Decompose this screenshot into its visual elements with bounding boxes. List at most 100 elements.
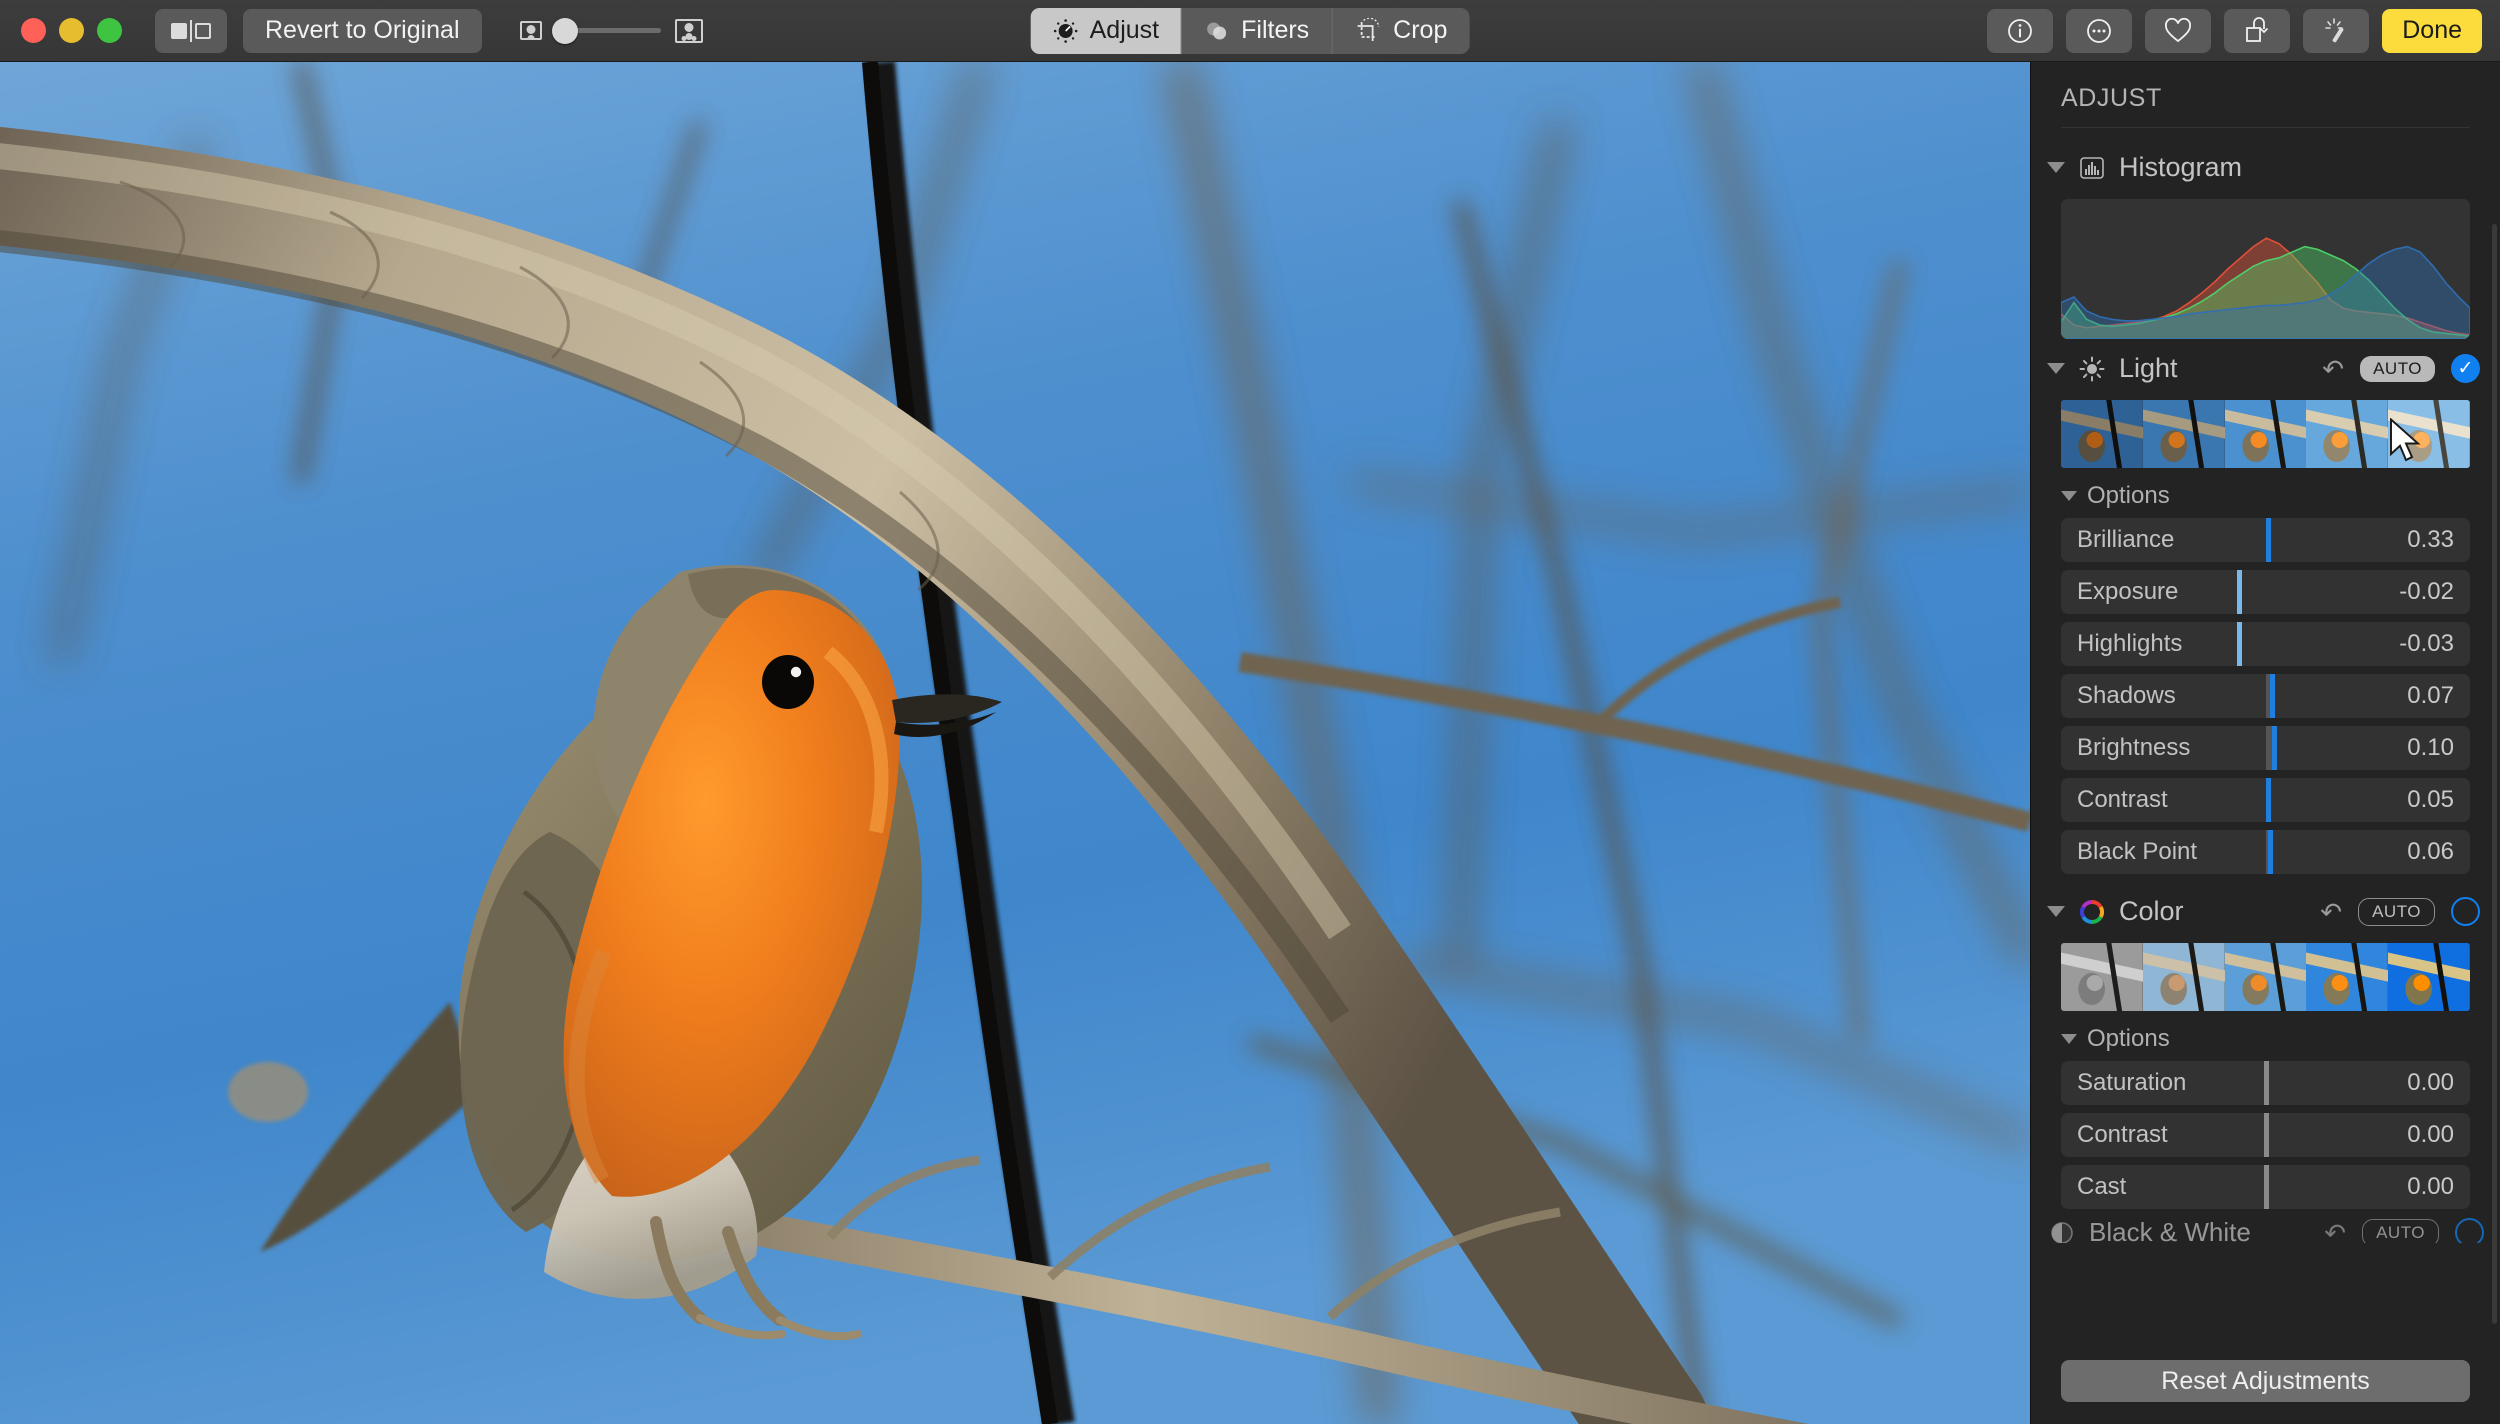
sidebar-title: ADJUST (2061, 84, 2162, 112)
section-header-histogram[interactable]: Histogram (2031, 138, 2500, 193)
light-thumbnail[interactable] (2224, 400, 2307, 468)
close-window-button[interactable] (21, 18, 46, 43)
slider-row-brightness[interactable]: Brightness 0.10 (2061, 726, 2470, 770)
options-label-color: Options (2087, 1025, 2170, 1052)
black-white-icon (2047, 1218, 2077, 1243)
section-controls-color: ↶ AUTO (2320, 897, 2480, 926)
histogram-chart (2061, 199, 2470, 339)
favorite-heart-icon (2163, 17, 2193, 45)
auto-button-color[interactable]: AUTO (2358, 897, 2435, 926)
zoom-slider-control[interactable] (519, 17, 703, 44)
color-thumbnail[interactable] (2061, 943, 2143, 1011)
tab-filters-label: Filters (1241, 16, 1310, 44)
options-header-light[interactable]: Options (2031, 468, 2500, 518)
auto-button-black-and-white[interactable]: AUTO (2362, 1218, 2439, 1243)
color-wheel-icon (2077, 897, 2107, 927)
light-variant-thumbnails[interactable] (2061, 400, 2470, 468)
disclosure-triangle-icon[interactable] (2047, 162, 2065, 173)
disclosure-triangle-icon[interactable] (2047, 363, 2065, 374)
slider-label: Highlights (2077, 630, 2183, 657)
slider-row-exposure[interactable]: Exposure -0.02 (2061, 570, 2470, 614)
section-title-black-and-white: Black & White (2089, 1217, 2251, 1243)
undo-icon[interactable]: ↶ (2322, 356, 2344, 382)
slider-row-highlights[interactable]: Highlights -0.03 (2061, 622, 2470, 666)
color-slider-list: Saturation 0.00 Contrast 0.00 Cast 0.00 (2031, 1061, 2500, 1209)
sun-icon (2077, 354, 2107, 384)
slider-indicator[interactable] (2263, 1061, 2269, 1105)
slider-indicator[interactable] (2267, 830, 2273, 874)
slider-row-brilliance[interactable]: Brilliance 0.33 (2061, 518, 2470, 562)
color-thumbnail[interactable] (2142, 943, 2225, 1011)
sidebar-toggle-button[interactable] (155, 8, 227, 53)
slider-label: Contrast (2077, 786, 2168, 813)
slider-row-shadows[interactable]: Shadows 0.07 (2061, 674, 2470, 718)
undo-icon[interactable]: ↶ (2320, 899, 2342, 925)
rotate-icon (2242, 16, 2272, 45)
color-variant-thumbnails[interactable] (2061, 943, 2470, 1011)
reset-adjustments-button[interactable]: Reset Adjustments (2061, 1360, 2470, 1402)
section-header-color[interactable]: Color ↶ AUTO (2031, 882, 2500, 937)
slider-indicator[interactable] (2265, 518, 2271, 562)
slider-label: Brilliance (2077, 526, 2175, 553)
disclosure-triangle-icon[interactable] (2061, 491, 2077, 501)
slider-row-saturation[interactable]: Saturation 0.00 (2061, 1061, 2470, 1105)
minimize-window-button[interactable] (59, 18, 84, 43)
slider-indicator[interactable] (2271, 726, 2277, 770)
histogram-icon (2077, 153, 2107, 183)
tab-adjust[interactable]: Adjust (1030, 7, 1183, 54)
zoom-slider-knob[interactable] (551, 17, 578, 44)
undo-icon[interactable]: ↶ (2324, 1220, 2346, 1244)
disclosure-triangle-icon[interactable] (2047, 906, 2065, 917)
sidebar-scrollbar[interactable] (2492, 224, 2497, 1324)
light-thumbnail[interactable] (2061, 400, 2143, 468)
sidebar-footer: Reset Adjustments (2031, 1342, 2500, 1424)
favorite-button[interactable] (2145, 8, 2212, 53)
options-header-color[interactable]: Options (2031, 1011, 2500, 1061)
black-white-enabled-checkbox[interactable] (2455, 1218, 2484, 1243)
auto-enhance-button[interactable] (2303, 8, 2370, 53)
slider-value: 0.33 (2407, 526, 2454, 553)
slider-row-black-point[interactable]: Black Point 0.06 (2061, 830, 2470, 874)
info-button[interactable] (1987, 8, 2054, 53)
zoom-slider-track[interactable] (551, 17, 661, 44)
slider-indicator[interactable] (2263, 1165, 2269, 1209)
slider-label: Saturation (2077, 1069, 2187, 1096)
slider-label: Brightness (2077, 734, 2191, 761)
section-header-black-and-white[interactable]: Black & White ↶ AUTO (2047, 1217, 2484, 1243)
color-enabled-checkbox[interactable] (2451, 897, 2480, 926)
slider-indicator[interactable] (2265, 778, 2271, 822)
slider-row-contrast[interactable]: Contrast 0.05 (2061, 778, 2470, 822)
rotate-button[interactable] (2224, 8, 2291, 53)
options-label-light: Options (2087, 482, 2170, 509)
light-thumbnail[interactable] (2142, 400, 2225, 468)
color-thumbnail[interactable] (2224, 943, 2307, 1011)
disclosure-triangle-icon[interactable] (2061, 1034, 2077, 1044)
slider-indicator[interactable] (2236, 570, 2242, 614)
slider-label: Exposure (2077, 578, 2179, 605)
slider-row-cast[interactable]: Cast 0.00 (2061, 1165, 2470, 1209)
slider-indicator[interactable] (2236, 622, 2242, 666)
color-thumbnail[interactable] (2306, 943, 2389, 1011)
light-enabled-checkbox[interactable]: ✓ (2451, 354, 2480, 383)
slider-indicator[interactable] (2269, 674, 2275, 718)
auto-button-light[interactable]: AUTO (2360, 355, 2435, 382)
sidebar-scroll-area[interactable]: Histogram Light ↶ AUTO ✓ Options Brillia… (2031, 128, 2500, 1342)
tab-crop[interactable]: Crop (1332, 8, 1469, 54)
slider-label: Cast (2077, 1173, 2127, 1200)
color-thumbnail[interactable] (2388, 943, 2470, 1011)
slider-indicator[interactable] (2263, 1113, 2269, 1157)
large-photo-icon (674, 18, 703, 43)
photo-canvas[interactable] (0, 62, 2030, 1424)
more-options-button[interactable] (2066, 8, 2133, 53)
zoom-window-button[interactable] (97, 18, 122, 43)
slider-row-contrast[interactable]: Contrast 0.00 (2061, 1113, 2470, 1157)
edit-mode-tabs: Adjust Filters Crop (1030, 7, 1470, 54)
tab-filters[interactable]: Filters (1182, 7, 1333, 54)
done-button[interactable]: Done (2382, 8, 2482, 53)
adjust-dial-icon (1053, 18, 1079, 44)
light-thumbnail[interactable] (2306, 400, 2389, 468)
robin-photo (0, 62, 2030, 1424)
revert-to-original-button[interactable]: Revert to Original (243, 8, 482, 53)
light-thumbnail[interactable] (2388, 400, 2470, 468)
section-header-light[interactable]: Light ↶ AUTO ✓ (2031, 339, 2500, 394)
